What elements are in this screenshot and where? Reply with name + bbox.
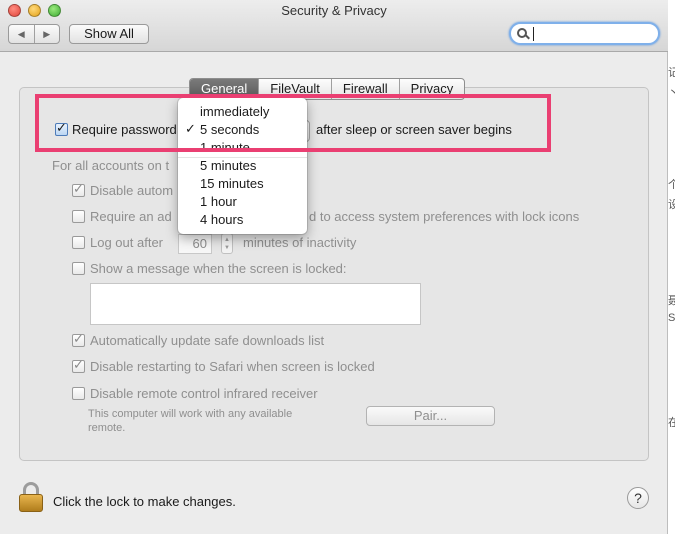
disable-auto-login-checkbox[interactable]	[72, 182, 85, 197]
menu-item-5-minutes[interactable]: 5 minutes	[200, 158, 256, 173]
edge-glyph: 设	[668, 199, 675, 211]
lock-body	[19, 494, 43, 512]
require-admin-label: Require an ad	[90, 209, 172, 224]
disable-ir-label: Disable remote control infrared receiver	[90, 386, 318, 401]
pair-button[interactable]: Pair...	[366, 406, 495, 426]
edge-glyph: 记	[668, 67, 675, 79]
require-admin-checkbox[interactable]	[72, 210, 85, 223]
help-button[interactable]: ?	[627, 487, 649, 509]
lock-status-text: Click the lock to make changes.	[53, 494, 236, 509]
menu-item-4-hours[interactable]: 4 hours	[200, 212, 243, 227]
edge-glyph: 在	[668, 417, 675, 429]
disable-ir-checkbox[interactable]	[72, 387, 85, 400]
disable-auto-login-label: Disable autom	[90, 183, 174, 198]
for-all-accounts-label: For all accounts on t	[52, 158, 170, 173]
ir-note: This computer will work with any availab…	[88, 408, 293, 434]
annotation-highlight	[35, 94, 551, 152]
preferences-window: Security & Privacy ◀ ▶ Show All General …	[0, 0, 668, 534]
lock-icon[interactable]	[19, 482, 43, 512]
auto-update-label: Automatically update safe downloads list	[90, 333, 325, 348]
text-caret	[533, 27, 534, 41]
require-admin-suffix: d to access system preferences with lock…	[309, 209, 580, 224]
logout-after-suffix: minutes of inactivity	[243, 235, 357, 250]
auto-update-checkbox[interactable]	[72, 332, 85, 347]
show-message-label: Show a message when the screen is locked…	[90, 261, 347, 276]
menu-item-1-hour[interactable]: 1 hour	[200, 194, 237, 209]
edge-glyph: S	[668, 312, 675, 324]
forward-button[interactable]: ▶	[33, 25, 60, 43]
show-all-button[interactable]: Show All	[69, 24, 149, 44]
edge-glyph: ⼂	[668, 87, 675, 99]
disable-restart-safari-checkbox[interactable]	[72, 358, 85, 373]
logout-minutes-field[interactable]: 60	[178, 234, 212, 254]
back-button[interactable]: ◀	[9, 25, 34, 43]
edge-glyph: 个	[668, 179, 675, 191]
lock-message-textarea[interactable]	[90, 283, 421, 325]
search-icon-handle	[525, 34, 530, 40]
titlebar: Security & Privacy ◀ ▶ Show All	[0, 0, 668, 52]
disable-restart-safari-label: Disable restarting to Safari when screen…	[90, 359, 375, 374]
show-message-checkbox[interactable]	[72, 262, 85, 275]
window-title: Security & Privacy	[281, 3, 387, 18]
logout-after-checkbox[interactable]	[72, 236, 85, 249]
stepper-up-icon: ▲	[224, 237, 230, 243]
back-forward-control: ◀ ▶	[8, 24, 60, 44]
search-field[interactable]	[509, 22, 660, 45]
menu-item-15-minutes[interactable]: 15 minutes	[200, 176, 264, 191]
logout-minutes-stepper[interactable]: ▲ ▼	[221, 233, 233, 254]
logout-after-label: Log out after	[90, 235, 163, 250]
edge-glyph: 聂	[668, 295, 675, 307]
stepper-down-icon: ▼	[224, 245, 230, 251]
